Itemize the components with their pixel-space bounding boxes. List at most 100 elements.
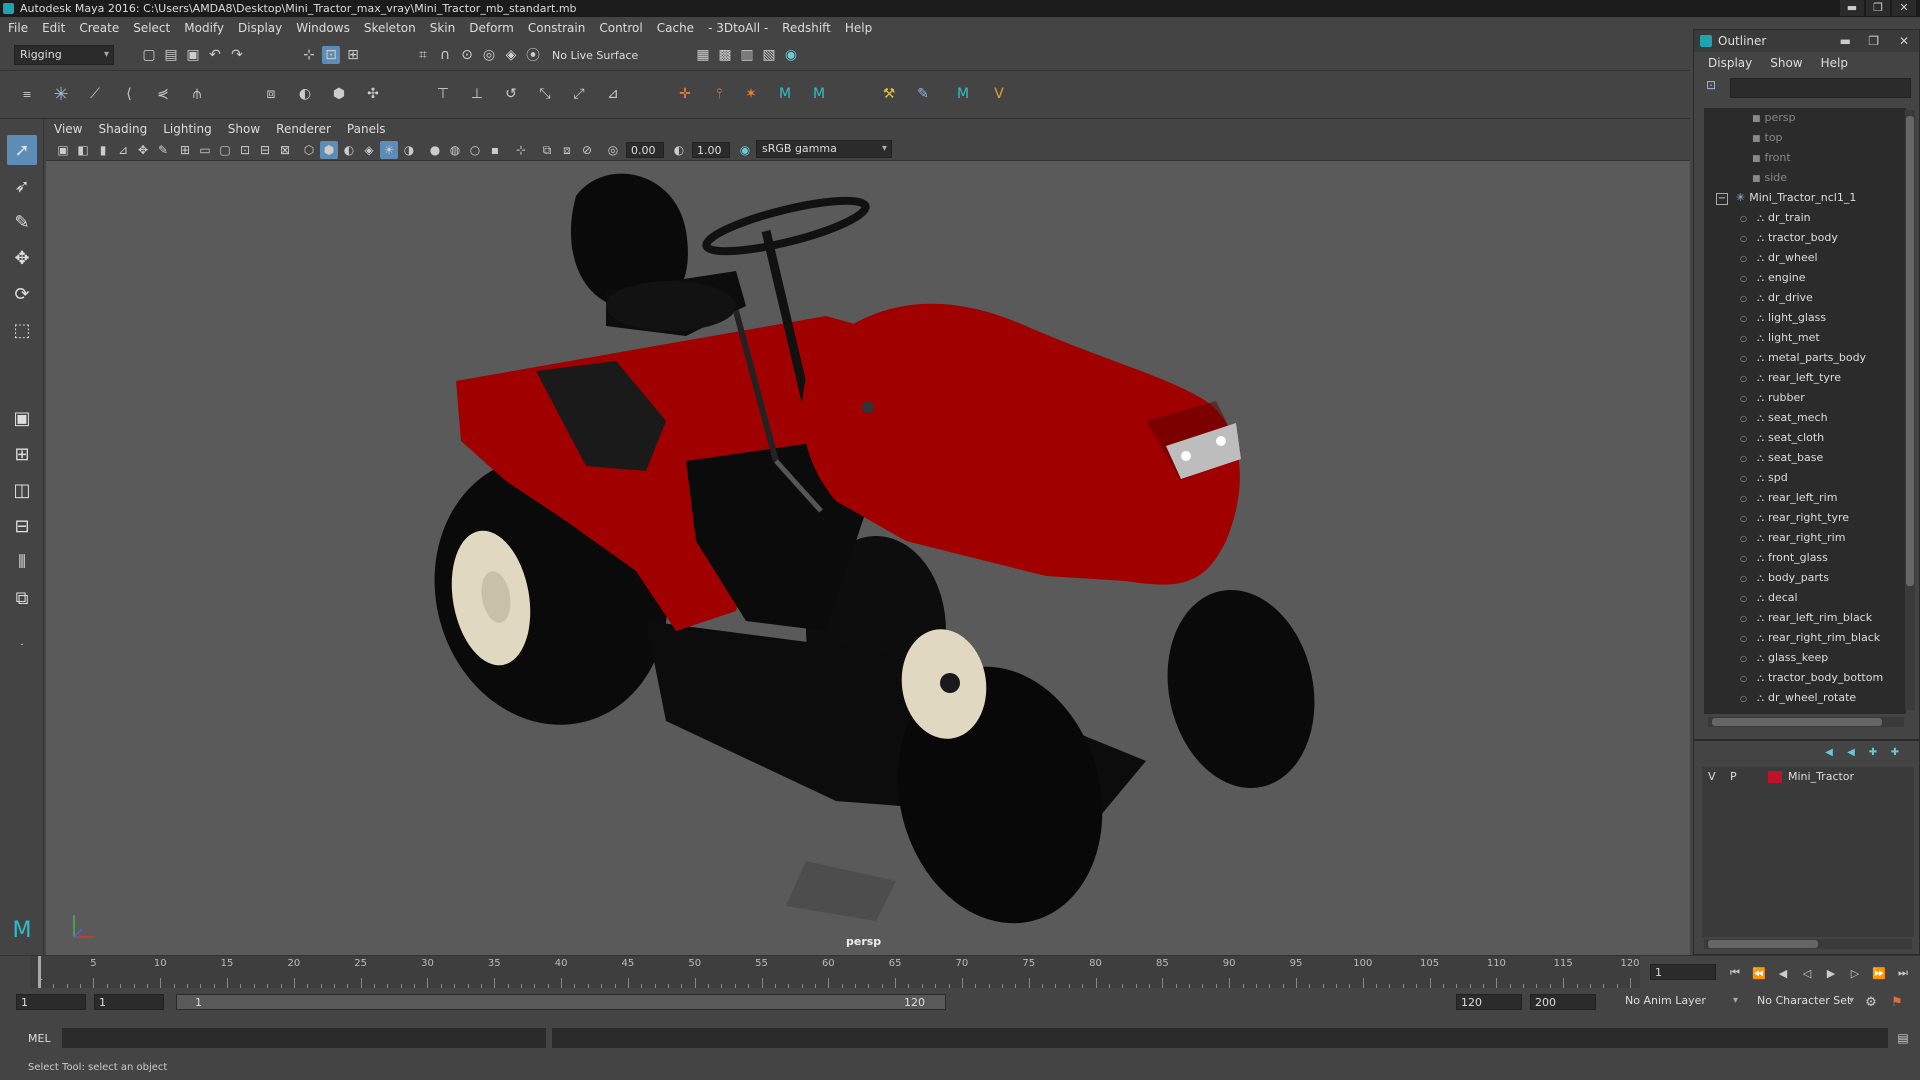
outliner-menu-show[interactable]: Show <box>1770 52 1802 74</box>
outliner-max-button[interactable]: ❐ <box>1868 30 1879 52</box>
persp-graph-icon[interactable]: ⊟ <box>7 511 37 541</box>
outliner-item[interactable]: ○ ⛬ tractor_body <box>1704 228 1906 248</box>
ipr-render-icon[interactable]: ▥ <box>738 46 756 64</box>
outliner-item[interactable]: ○ ⛬ rubber <box>1704 388 1906 408</box>
outliner-h-scrollbar[interactable] <box>1708 717 1904 727</box>
ssao-icon[interactable]: ● <box>426 141 444 159</box>
snap-surface-icon[interactable]: ◈ <box>502 46 520 64</box>
anim-prefs-icon[interactable]: ⚙ <box>1862 993 1880 1011</box>
select-hierarchy-icon[interactable]: ⊹ <box>300 46 318 64</box>
anim-layer-dropdown[interactable]: No Anim Layer <box>1620 992 1742 1012</box>
cluster-icon[interactable]: ✣ <box>364 85 382 103</box>
step-back-key-icon[interactable]: ⏪ <box>1750 964 1768 982</box>
outliner-item[interactable]: ○ ⛬ rear_right_tyre <box>1704 508 1906 528</box>
bind-skin-icon[interactable]: ⧈ <box>262 85 280 103</box>
shelf-options-icon[interactable]: ≡ <box>18 85 36 103</box>
auto-key-icon[interactable]: ⚑ <box>1888 993 1906 1011</box>
camera-select-icon[interactable]: ▣ <box>54 141 72 159</box>
command-language-label[interactable]: MEL <box>28 1032 51 1045</box>
outliner-item[interactable]: ○ ⛬ dr_wheel_rotate <box>1704 688 1906 708</box>
point-constraint-icon[interactable]: ⊥ <box>468 85 486 103</box>
hypershade-layout-icon[interactable]: ⧉ <box>7 583 37 613</box>
vp-menu-view[interactable]: View <box>54 122 82 136</box>
character-set-dropdown[interactable]: No Character Set <box>1752 992 1858 1012</box>
outliner-item[interactable]: ○ ⛬ rear_left_rim <box>1704 488 1906 508</box>
layer-move-down-icon[interactable]: ◀ <box>1842 743 1860 761</box>
snap-grid-icon[interactable]: ⌗ <box>414 46 432 64</box>
outliner-item[interactable]: ○ ⛬ rear_right_rim <box>1704 528 1906 548</box>
outliner-item[interactable]: ○ ⛬ rear_left_rim_black <box>1704 608 1906 628</box>
tractor-model[interactable] <box>46 161 1690 955</box>
field-chart-icon[interactable]: ⊟ <box>256 141 274 159</box>
script-editor-icon[interactable]: ▤ <box>1894 1029 1912 1047</box>
locator-x-icon[interactable]: ⫯ <box>710 85 728 103</box>
redo-icon[interactable]: ↷ <box>228 46 246 64</box>
isolate-select-icon[interactable]: ⊹ <box>512 141 530 159</box>
layer-move-up-icon[interactable]: ◀ <box>1820 743 1838 761</box>
maximize-button[interactable]: ❐ <box>1866 0 1890 16</box>
menu-set-dropdown[interactable]: Rigging <box>14 45 114 65</box>
curve-control-icon[interactable]: ✶ <box>742 85 760 103</box>
time-ruler[interactable]: 1510152025303540455055606570758085909510… <box>30 956 1640 988</box>
use-all-lights-icon[interactable]: ☀ <box>380 141 398 159</box>
vp-menu-show[interactable]: Show <box>228 122 260 136</box>
3dtoall-icon-a[interactable]: M <box>776 85 794 103</box>
outliner-item[interactable]: ○ ⛬ dr_drive <box>1704 288 1906 308</box>
outliner-item[interactable]: ○ ⛬ light_met <box>1704 328 1906 348</box>
lasso-tool-icon[interactable]: ➶ <box>7 171 37 201</box>
film-gate-icon[interactable]: ▭ <box>196 141 214 159</box>
outliner-item[interactable]: ○ ⛬ rear_right_rim_black <box>1704 628 1906 648</box>
menu-cache[interactable]: Cache <box>657 21 694 35</box>
gamma-icon[interactable]: ◐ <box>670 141 688 159</box>
menu-redshift[interactable]: Redshift <box>782 21 831 35</box>
outliner-item[interactable]: ○ ⛬ body_parts <box>1704 568 1906 588</box>
orient-constraint-icon[interactable]: ↺ <box>502 85 520 103</box>
animation-end-field[interactable]: 200 <box>1530 994 1596 1010</box>
two-view-icon[interactable]: ⫴ <box>7 547 37 577</box>
parent-constraint-icon[interactable]: ⊤ <box>434 85 452 103</box>
play-backward-icon[interactable]: ◁ <box>1798 964 1816 982</box>
camera-attr-icon[interactable]: ◧ <box>74 141 92 159</box>
step-forward-key-icon[interactable]: ⏩ <box>1870 964 1888 982</box>
outliner-item[interactable]: ○ ⛬ spd <box>1704 468 1906 488</box>
layer-row[interactable]: V P Mini_Tractor <box>1702 767 1914 787</box>
save-scene-icon[interactable]: ▣ <box>184 46 202 64</box>
minimize-button[interactable]: ▬ <box>1840 0 1864 16</box>
outliner-scrollbar[interactable] <box>1905 110 1915 710</box>
select-tool-icon[interactable]: ➚ <box>7 135 37 165</box>
shadows-icon[interactable]: ◑ <box>400 141 418 159</box>
pole-vector-icon[interactable]: ⊿ <box>604 85 622 103</box>
xray-icon[interactable]: ⧉ <box>538 141 556 159</box>
resolution-gate-icon[interactable]: ▢ <box>216 141 234 159</box>
aim-constraint-icon[interactable]: ⤢ <box>570 85 588 103</box>
outliner-filter-icon[interactable]: ⊡ <box>1706 78 1716 92</box>
outliner-min-button[interactable]: ▬ <box>1840 30 1851 52</box>
two-d-pan-icon[interactable]: ✥ <box>134 141 152 159</box>
snap-curve-icon[interactable]: ∩ <box>436 46 454 64</box>
wireframe-icon[interactable]: ⬡ <box>300 141 318 159</box>
scale-constraint-icon[interactable]: ⤡ <box>536 85 554 103</box>
locator-icon[interactable]: ✛ <box>676 85 694 103</box>
four-view-icon[interactable]: ⊞ <box>7 439 37 469</box>
layer-playback-toggle[interactable]: P <box>1730 767 1737 787</box>
hypershade-icon[interactable]: ◉ <box>782 46 800 64</box>
view-transform-dropdown[interactable]: sRGB gamma <box>756 140 892 158</box>
grid-toggle-icon[interactable]: ⊞ <box>176 141 194 159</box>
layer-color-swatch[interactable] <box>1768 771 1782 783</box>
layout-more-icon[interactable]: · <box>7 629 37 659</box>
xray-components-icon[interactable]: ⊘ <box>578 141 596 159</box>
open-scene-icon[interactable]: ▤ <box>162 46 180 64</box>
time-slider[interactable]: 1510152025303540455055606570758085909510… <box>0 955 1920 988</box>
move-tool-icon[interactable]: ✥ <box>7 243 37 273</box>
image-plane-icon[interactable]: ⊿ <box>114 141 132 159</box>
step-back-frame-icon[interactable]: ◀ <box>1774 964 1792 982</box>
current-frame-field[interactable]: 1 <box>1650 964 1716 980</box>
lattice-icon[interactable]: ⬢ <box>330 85 348 103</box>
close-button[interactable]: ✕ <box>1892 0 1916 16</box>
layer-name[interactable]: Mini_Tractor <box>1788 767 1854 787</box>
ik-handle-icon[interactable]: ⟋ <box>86 85 104 103</box>
menu-deform[interactable]: Deform <box>469 21 514 35</box>
motion-blur-icon[interactable]: ◍ <box>446 141 464 159</box>
outliner-item[interactable]: ○ ⛬ engine <box>1704 268 1906 288</box>
vp-menu-panels[interactable]: Panels <box>347 122 386 136</box>
